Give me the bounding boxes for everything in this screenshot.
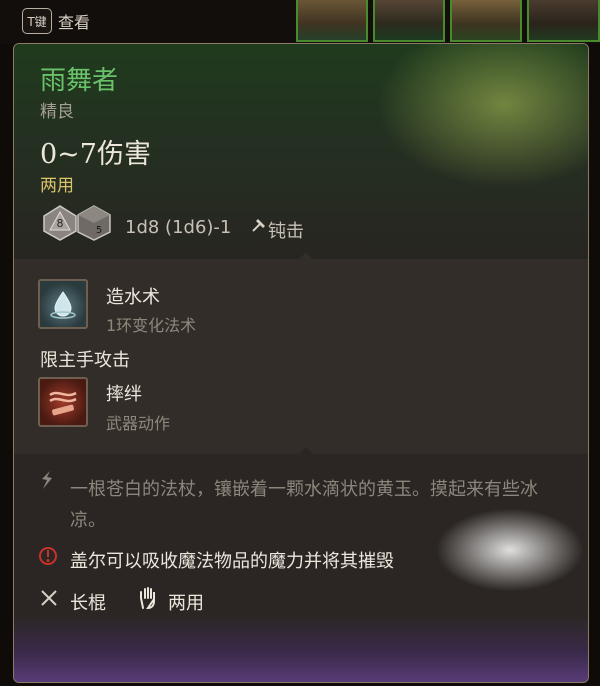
weapon-type: 长棍	[70, 593, 106, 614]
inspect-label: 查看	[58, 13, 91, 32]
party-portrait[interactable]	[527, 0, 600, 42]
crossed-staves-icon	[41, 590, 57, 606]
party-portrait[interactable]	[373, 0, 445, 42]
hands-label: 两用	[168, 593, 204, 614]
create-water-spell-icon[interactable]	[38, 279, 88, 329]
top-bar: T键 查看	[0, 0, 600, 44]
section-divider	[299, 447, 313, 454]
die-label: 5	[96, 225, 102, 236]
item-rarity: 精良	[40, 102, 74, 122]
hammer-icon	[252, 219, 265, 232]
inspect-key-hint[interactable]: T键 查看	[22, 8, 90, 34]
trip-attack-action-icon[interactable]	[38, 377, 88, 427]
damage-dice: 8 5	[41, 204, 111, 242]
hand-icon	[140, 587, 155, 610]
trip-attack-icon	[49, 391, 77, 416]
item-name: 雨舞者	[40, 66, 119, 96]
action-subtitle: 武器动作	[106, 414, 171, 433]
key-cap: T键	[22, 8, 52, 34]
tooltip-footer	[14, 614, 588, 682]
absorb-magic-icon	[39, 547, 57, 565]
dice-formula: 1d8 (1d6)-1	[125, 217, 232, 238]
party-portrait[interactable]	[450, 0, 522, 42]
main-hand-restriction: 限主手攻击	[40, 350, 130, 371]
spell-name: 造水术	[106, 287, 160, 308]
watermark-glow	[430, 505, 590, 595]
damage-range: 0~7伤害	[40, 139, 151, 170]
quill-icon	[42, 471, 52, 489]
die-label: 8	[57, 217, 64, 230]
passive-description: 盖尔可以吸收魔法物品的魔力并将其摧毁	[70, 551, 394, 572]
water-drop-icon	[50, 291, 76, 319]
spell-subtitle: 1环变化法术	[106, 316, 197, 335]
action-name: 摔绊	[106, 384, 142, 405]
d6-die-icon: 5	[77, 205, 111, 241]
section-divider	[299, 252, 313, 259]
handedness: 两用	[40, 176, 74, 196]
party-portrait[interactable]	[296, 0, 368, 42]
damage-type: 钝击	[268, 221, 304, 242]
d8-die-icon: 8	[43, 205, 77, 241]
